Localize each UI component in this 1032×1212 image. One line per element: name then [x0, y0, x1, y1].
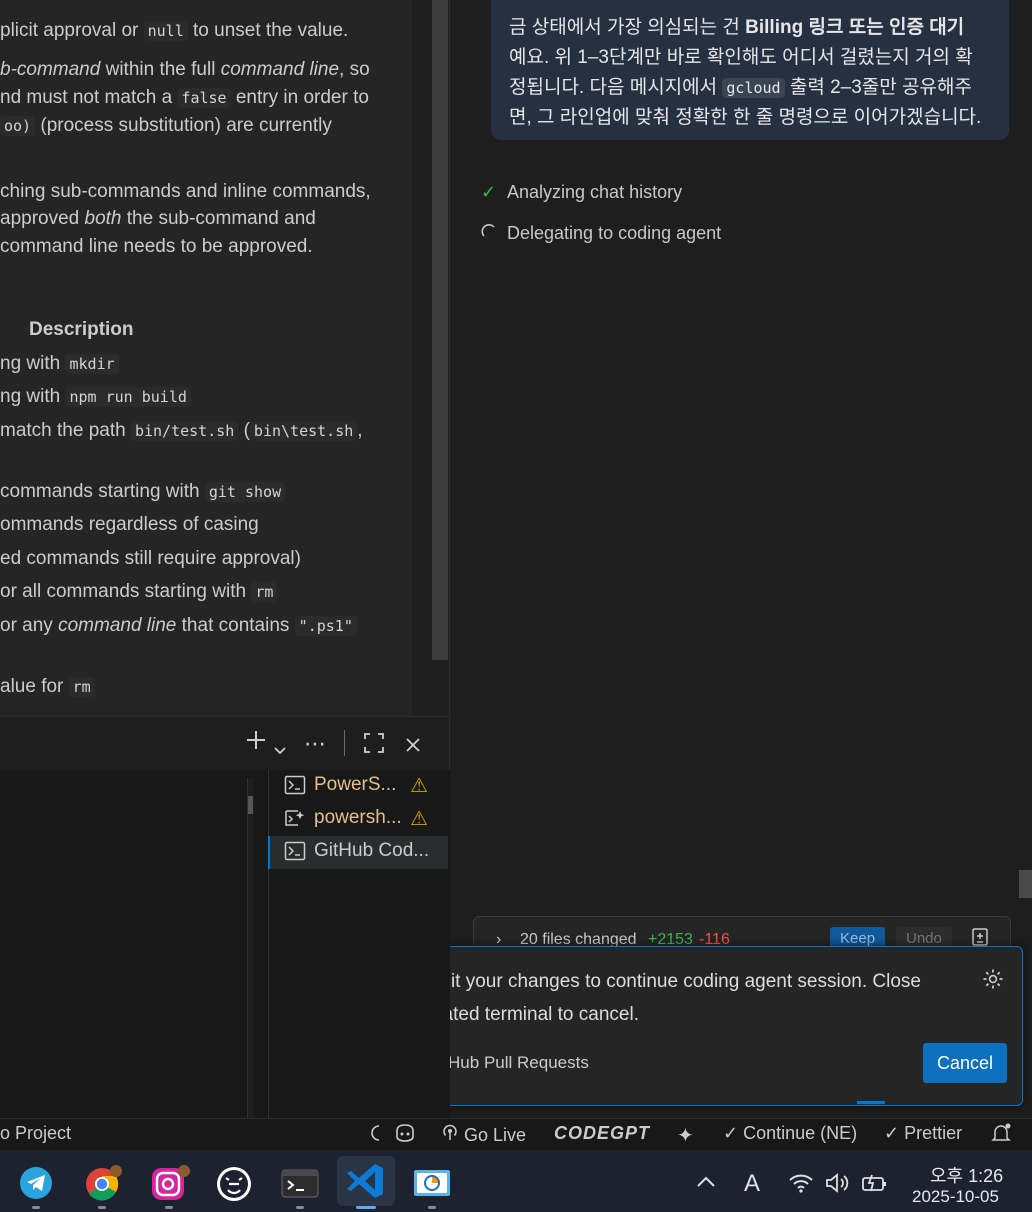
doc-line: oo) (process substitution) are currently [0, 115, 332, 137]
table-row: match the path bin/test.sh (bin\test.sh, [0, 420, 363, 441]
codegpt-item[interactable]: CODEGPT [554, 1123, 650, 1144]
sparkle-icon[interactable]: ✦ [677, 1123, 694, 1148]
check-icon: ✓ [481, 182, 497, 202]
volume-icon[interactable] [824, 1172, 850, 1199]
progress-step: ✓ Analyzing chat history [481, 182, 683, 202]
new-terminal-icon[interactable] [244, 728, 268, 758]
table-row: alue for rm [0, 676, 95, 698]
maximize-icon[interactable] [363, 732, 385, 760]
broadcast-icon [441, 1124, 464, 1145]
terminal-tab-github-coding[interactable]: GitHub Cod... [268, 836, 448, 869]
go-live-item[interactable]: Go Live [441, 1123, 526, 1146]
running-indicator [296, 1206, 304, 1209]
doc-line: command line needs to be approved. [0, 236, 313, 257]
bell-icon[interactable] [990, 1123, 1012, 1148]
toolbar-divider [344, 730, 345, 756]
spinner-icon [481, 223, 507, 244]
loading-icon [368, 1123, 382, 1148]
running-indicator [32, 1206, 40, 1209]
chevron-down-icon[interactable] [273, 736, 287, 762]
close-icon[interactable] [404, 734, 422, 760]
settings-doc-panel: plicit approval or null to unset the val… [0, 0, 412, 716]
doc-line: plicit approval or null to unset the val… [0, 20, 349, 41]
prettier-item[interactable]: ✓ Prettier [884, 1123, 962, 1144]
cancel-button[interactable]: Cancel [923, 1043, 1007, 1083]
table-row: ng with npm run build [0, 386, 191, 408]
terminal-icon [284, 774, 306, 796]
doc-line: b-command within the full command line, … [0, 59, 370, 80]
chevron-up-icon[interactable] [696, 1174, 716, 1193]
sparkle-terminal-icon [284, 807, 306, 829]
table-row: ng with mkdir [0, 353, 119, 375]
table-row: or all commands starting with rm [0, 581, 278, 603]
monitor-app-icon[interactable] [409, 1160, 455, 1206]
doc-gutter [412, 0, 432, 716]
doc-scrollbar[interactable] [432, 0, 448, 660]
description-header: Description [29, 319, 134, 340]
notification-message: Commit your changes to continue coding a… [395, 971, 921, 1025]
running-indicator [98, 1206, 106, 1209]
vscode-icon[interactable] [337, 1156, 395, 1206]
table-row: ommands regardless of casing [0, 514, 259, 535]
status-project[interactable]: o Project [0, 1123, 71, 1144]
clock-date[interactable]: 2025-10-05 [912, 1187, 999, 1207]
more-icon[interactable]: ⋯ [304, 731, 326, 757]
message-line: 면, 그 라인업에 맞춰 정확한 한 줄 명령으로 이어가겠습니다. [509, 107, 982, 128]
gear-icon[interactable] [981, 967, 1005, 996]
continue-item[interactable]: ✓ Continue (NE) [723, 1123, 857, 1144]
warning-icon: ⚠ [410, 775, 428, 797]
terminal-scrollbar-thumb[interactable] [248, 796, 253, 814]
active-indicator [356, 1206, 376, 1209]
table-row: commands starting with git show [0, 481, 286, 503]
assistant-message-bubble: 금 상태에서 가장 의심되는 건 Billing 링크 또는 인증 대기 예요.… [491, 0, 1009, 140]
terminal-scrollbar[interactable] [247, 778, 254, 1118]
doc-line: ching sub-commands and inline commands, [0, 181, 371, 202]
instagram-icon[interactable] [146, 1160, 192, 1206]
windows-terminal-icon[interactable] [277, 1160, 323, 1206]
clock-time[interactable]: 오후 1:26 [930, 1162, 1003, 1188]
chrome-icon[interactable] [79, 1160, 125, 1206]
copilot-icon[interactable] [394, 1123, 416, 1148]
running-indicator [165, 1206, 173, 1209]
terminal-tab-powershell[interactable]: PowerS... ⚠ [270, 770, 448, 803]
terminal-tab-powershell-agent[interactable]: powersh... ⚠ [270, 803, 448, 836]
github-desktop-icon[interactable] [211, 1160, 257, 1206]
ime-indicator[interactable]: A [744, 1170, 760, 1198]
table-row: or any command line that contains ".ps1" [0, 615, 357, 637]
message-line: 정됩니다. 다음 메시지에서 gcloud 출력 2–3줄만 공유해주 [509, 77, 972, 98]
progress-indicator [857, 1101, 885, 1104]
terminal-icon [284, 840, 306, 862]
chat-scrollbar-thumb[interactable] [1019, 870, 1032, 898]
telegram-icon[interactable] [13, 1160, 59, 1206]
progress-step: Delegating to coding agent [481, 223, 721, 244]
warning-icon: ⚠ [410, 808, 428, 830]
table-row: ed commands still require approval) [0, 548, 301, 569]
running-indicator [428, 1206, 436, 1209]
message-line: 금 상태에서 가장 의심되는 건 Billing 링크 또는 인증 대기 [509, 17, 965, 38]
battery-icon[interactable] [860, 1172, 888, 1199]
doc-line: nd must not match a false entry in order… [0, 87, 369, 108]
doc-line: approved both the sub-command and [0, 208, 316, 229]
wifi-icon[interactable] [788, 1172, 814, 1199]
message-line: 예요. 위 1–3단계만 바로 확인해도 어디서 걸렸는지 거의 확 [509, 47, 973, 68]
